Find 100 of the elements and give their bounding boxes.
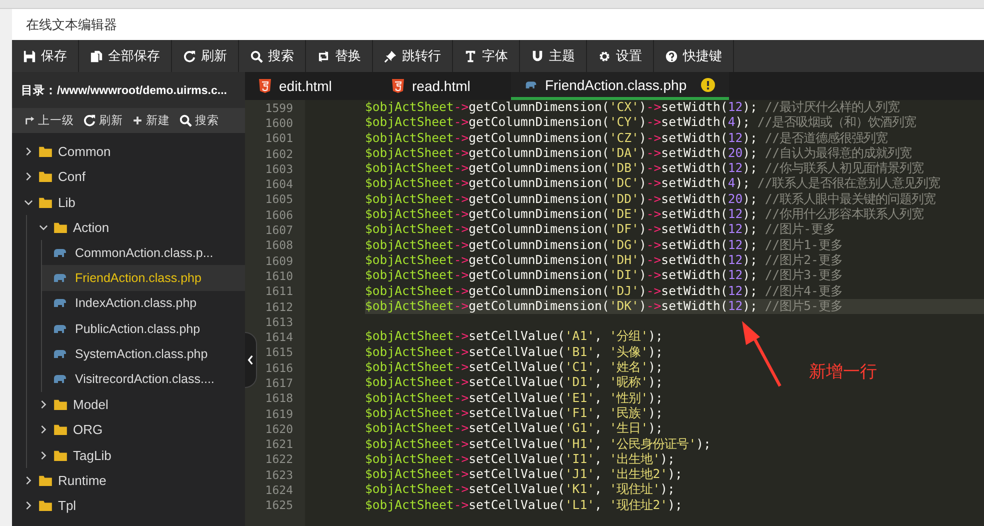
code-line: $objActSheet->getColumnDimension('DD')->setWidth(20); //联系人眼中最关键的问题列宽: [365, 192, 936, 208]
folder-icon: [54, 222, 67, 234]
line-number: 1617: [264, 376, 293, 390]
line-number: 1612: [264, 300, 293, 314]
code-line: $objActSheet->getColumnDimension('CZ')->setWidth(12); //是否道德感很强列宽: [365, 130, 888, 146]
annotation-text: 新增一行: [809, 361, 877, 383]
file-item[interactable]: VisitrecordAction.class....: [42, 366, 245, 392]
file-item[interactable]: FriendAction.class.php: [42, 265, 245, 291]
search-icon: [179, 114, 192, 127]
folder-item[interactable]: Lib: [12, 190, 245, 215]
plus-icon: [132, 115, 143, 126]
sidebar-action[interactable]: 上一级: [20, 108, 78, 133]
line-number: 1616: [264, 360, 293, 375]
code-line: $objActSheet->getColumnDimension('DE')->setWidth(12); //你用什么形容本联系人列宽: [365, 207, 924, 222]
folder-item[interactable]: TagLib: [27, 442, 245, 468]
up-arrow-icon: [24, 115, 35, 126]
line-number: 1619: [264, 406, 293, 421]
folder-icon: [54, 424, 67, 436]
folder-icon: [39, 146, 52, 158]
line-number: 1624: [264, 483, 293, 498]
folder-icon: [39, 196, 52, 208]
elephant-icon: [53, 374, 67, 384]
elephant-icon: [53, 349, 67, 360]
elephant-icon: [53, 324, 67, 334]
code-line: $objActSheet->setCellValue('H1', '公民身份证号');: [365, 436, 711, 452]
folder-item[interactable]: Tpl: [12, 493, 245, 518]
file-item[interactable]: PublicAction.class.php: [42, 316, 245, 342]
code-line: $objActSheet->getColumnDimension('DF')->setWidth(12); //图片-更多: [365, 222, 836, 238]
settings-icon: [598, 50, 611, 62]
folder-item[interactable]: Common: [12, 139, 245, 164]
line-number: 1599: [264, 100, 293, 115]
warning-icon: [700, 78, 715, 92]
sidebar-action[interactable]: 搜索: [175, 108, 223, 133]
code-line: $objActSheet->getColumnDimension('DJ')->setWidth(12); //图片4-更多: [365, 284, 842, 299]
refresh-icon: [183, 50, 196, 62]
chevron-icon: [247, 355, 254, 365]
line-number: 1602: [264, 146, 293, 161]
code-line: $objActSheet->getColumnDimension('DG')->setWidth(12); //图片1-更多: [365, 238, 842, 253]
folder-item[interactable]: Conf: [12, 164, 245, 190]
elephant-icon: [53, 298, 67, 308]
code-line: $objActSheet->setCellValue('I1', '出生地');: [365, 452, 675, 468]
line-number: 1610: [264, 268, 293, 283]
code-line: $objActSheet->getColumnDimension('CX')->setWidth(12); //最讨厌什么样的人列宽: [365, 100, 900, 116]
line-number: 1613: [264, 314, 293, 329]
html5-icon: [259, 79, 271, 93]
code-line: $objActSheet->getColumnDimension('CY')->setWidth(4); //是否吸烟或（和）饮酒列宽: [365, 115, 916, 131]
file-item[interactable]: IndexAction.class.php: [42, 290, 245, 316]
file-item[interactable]: CommonAction.class.p...: [42, 240, 245, 266]
search-icon: [250, 50, 263, 62]
line-number: 1607: [264, 223, 293, 238]
code-line: $objActSheet->setCellValue('C1', '姓名');: [365, 360, 663, 376]
file-tab[interactable]: FriendAction.class.php: [511, 72, 729, 100]
window-title: 在线文本编辑器: [26, 16, 117, 34]
line-number: 1618: [264, 391, 293, 406]
sidebar-action[interactable]: 刷新: [79, 108, 127, 133]
folder-item[interactable]: Model: [27, 392, 245, 418]
save-icon: [23, 50, 36, 62]
folder-icon: [54, 450, 67, 461]
collapse-handle[interactable]: [245, 332, 257, 388]
directory-path: 目录：/www/wwwroot/demo.uirms.c...: [12, 72, 245, 108]
line-number: 1611: [264, 284, 293, 298]
html5-icon: [392, 79, 404, 93]
line-number: 1608: [264, 238, 293, 252]
code-line: $objActSheet->setCellValue('K1', '现住址');: [365, 482, 675, 498]
code-line: $objActSheet->setCellValue('B1', '头像');: [365, 344, 663, 360]
refresh-icon: [83, 114, 96, 127]
folder-icon: [39, 475, 52, 486]
line-number: 1609: [264, 254, 293, 268]
folder-item[interactable]: ORG: [27, 417, 245, 443]
folder-item[interactable]: Runtime: [12, 468, 245, 494]
folder-icon: [39, 171, 52, 182]
font-icon: [464, 50, 477, 62]
replace-icon: [317, 50, 330, 62]
code-line: $objActSheet->setCellValue('D1', '昵称');: [365, 375, 663, 391]
line-number: 1623: [264, 468, 293, 482]
line-number: 1620: [264, 422, 293, 436]
folder-icon: [54, 399, 67, 410]
line-number: 1625: [264, 498, 293, 512]
code-line: $objActSheet->getColumnDimension('DA')->setWidth(20); //自认为最得意的成就列宽: [365, 146, 912, 162]
files-icon: [90, 50, 103, 62]
sidebar-action[interactable]: 新建: [128, 108, 174, 133]
elephant-icon: [53, 273, 67, 284]
code-line: $objActSheet->getColumnDimension('DI')->setWidth(12); //图片3-更多: [365, 268, 842, 284]
elephant-icon: [53, 248, 67, 258]
line-number: 1604: [264, 177, 293, 192]
line-number: 1600: [264, 116, 293, 130]
folder-icon: [39, 500, 52, 512]
line-number: 1603: [264, 162, 293, 176]
code-line: $objActSheet->setCellValue('E1', '性别');: [365, 390, 663, 406]
line-number: 1614: [264, 330, 293, 344]
folder-item[interactable]: Action: [27, 214, 245, 240]
line-number: 1615: [264, 345, 293, 360]
line-number: 1606: [264, 208, 293, 222]
line-number: 1622: [264, 452, 293, 466]
code-line: $objActSheet->getColumnDimension('DC')->setWidth(4); //联系人是否很在意别人意见列宽: [365, 176, 940, 192]
line-number: 1601: [264, 131, 293, 146]
code-line: $objActSheet->getColumnDimension('DH')->setWidth(12); //图片2-更多: [365, 252, 842, 268]
code-line: $objActSheet->setCellValue('L1', '现住址2');: [365, 498, 682, 514]
magnet-icon: [531, 50, 544, 62]
file-item[interactable]: SystemAction.class.php: [42, 341, 245, 367]
